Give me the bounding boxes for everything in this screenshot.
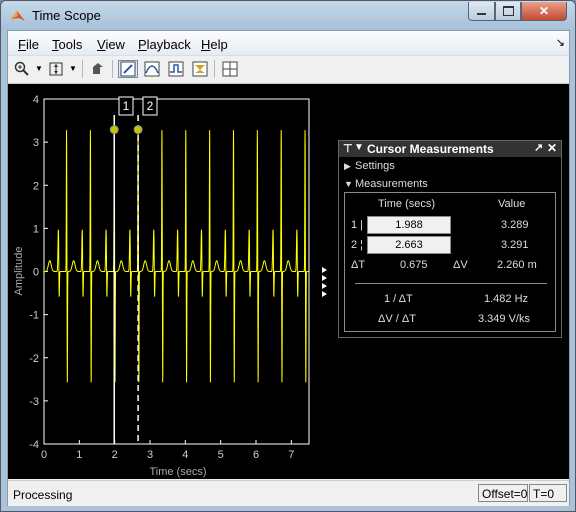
time-scope-window: Time Scope ✕ File Tools View Playback He… (0, 0, 576, 512)
delta-t-label: ΔT (351, 259, 366, 271)
dock-arrow-icon[interactable]: ↘ (556, 36, 565, 49)
panel-collapse-icon[interactable]: ▼ (354, 142, 364, 153)
cursor-2-time-field[interactable]: 2.663 (367, 236, 451, 254)
pin-icon[interactable]: ⊤ (343, 142, 353, 155)
row-2-label: 2 ¦ (351, 239, 364, 251)
x-tick-label: 6 (253, 449, 259, 461)
menu-tools[interactable]: Tools (52, 37, 82, 52)
settings-section[interactable]: Settings (355, 160, 395, 172)
y-tick-label: -4 (29, 439, 39, 451)
row-1-value: 3.289 (501, 219, 529, 231)
menu-playback[interactable]: Playback (138, 37, 191, 52)
measurements-section[interactable]: Measurements (355, 178, 428, 190)
y-tick-label: 4 (33, 94, 39, 106)
inverse-delta-t-label: 1 / ΔT (384, 293, 413, 305)
y-tick-label: 0 (33, 267, 39, 279)
cursor-2-marker[interactable] (133, 125, 143, 135)
scale-axes-icon[interactable] (46, 60, 66, 78)
legend-toggle-arrows[interactable] (322, 267, 327, 297)
x-tick-label: 4 (182, 449, 188, 461)
x-axis-label: Time (secs) (149, 466, 206, 478)
col-time-header: Time (secs) (378, 198, 436, 210)
menu-view[interactable]: View (97, 37, 125, 52)
slope-label: ΔV / ΔT (378, 313, 416, 325)
y-tick-label: 1 (33, 223, 39, 235)
layout-icon[interactable] (220, 60, 240, 78)
menu-bar: File Tools View Playback Help ↘ (8, 31, 569, 56)
peak-finder-icon[interactable] (190, 60, 210, 78)
minimize-button[interactable] (468, 2, 495, 21)
title-bar[interactable]: Time Scope ✕ (1, 1, 575, 30)
zoom-dropdown-icon[interactable]: ▼ (35, 64, 43, 73)
scope-plot-area[interactable]: 4 3 2 1 0 -1 -2 -3 -4 0 1 2 3 4 5 6 7 1 2 Amplitude Tim… (8, 84, 569, 479)
y-tick-label: 3 (33, 137, 39, 149)
x-tick-label: 7 (288, 449, 294, 461)
cursor-measurements-icon[interactable] (118, 60, 138, 78)
x-tick-label: 1 (76, 449, 82, 461)
col-value-header: Value (498, 198, 526, 210)
maximize-button[interactable] (495, 2, 521, 21)
slope-value: 3.349 V/ks (478, 313, 530, 325)
close-button[interactable]: ✕ (521, 2, 567, 21)
panel-title-bar[interactable]: ⊤ ▼ Cursor Measurements ↗ ✕ (339, 141, 561, 157)
status-text: Processing (13, 488, 73, 502)
bilevel-measurements-icon[interactable] (166, 60, 186, 78)
row-1-label: 1 | (351, 219, 364, 231)
x-tick-label: 3 (147, 449, 153, 461)
y-tick-label: -1 (29, 310, 39, 322)
menu-file[interactable]: File (18, 37, 39, 52)
divider (355, 283, 547, 284)
x-tick-label: 5 (218, 449, 224, 461)
cursor-measurements-panel: ⊤ ▼ Cursor Measurements ↗ ✕ ▶ Settings ▼… (338, 140, 562, 338)
undock-icon[interactable]: ↗ (534, 141, 543, 154)
minimize-icon (477, 13, 486, 15)
x-tick-label: 0 (41, 449, 47, 461)
time-readout: T=0 (529, 484, 567, 502)
window-title: Time Scope (32, 8, 101, 23)
y-axis-label: Amplitude (13, 247, 25, 296)
cursor-1-marker[interactable] (109, 125, 119, 135)
toolbar-separator (112, 60, 113, 78)
delta-v-value: 2.260 m (497, 259, 537, 271)
highlight-simulink-icon[interactable] (88, 60, 108, 78)
toolbar: ▼ ▼ (8, 56, 569, 84)
cursor-1-time-field[interactable]: 1.988 (367, 216, 451, 234)
cursor-2-label: 2 (147, 99, 154, 113)
status-bar: Processing Offset=0 T=0 (8, 480, 569, 506)
delta-t-value: 0.675 (400, 259, 428, 271)
delta-v-label: ΔV (453, 259, 468, 271)
offset-readout: Offset=0 (478, 484, 528, 502)
menu-help[interactable]: Help (201, 37, 228, 52)
matlab-app-icon (11, 11, 25, 21)
row-2-value: 3.291 (501, 239, 529, 251)
measurements-expand-icon[interactable]: ▼ (344, 179, 353, 189)
maximize-icon (502, 6, 514, 16)
scale-dropdown-icon[interactable]: ▼ (69, 64, 77, 73)
toolbar-separator (82, 60, 83, 78)
toolbar-separator (214, 60, 215, 78)
panel-close-icon[interactable]: ✕ (547, 141, 557, 155)
y-tick-label: 2 (33, 180, 39, 192)
signal-statistics-icon[interactable] (142, 60, 162, 78)
settings-expand-icon[interactable]: ▶ (344, 161, 351, 172)
measurements-table: Time (secs) Value 1 | 1.988 3.289 2 ¦ 2.… (344, 192, 556, 332)
cursor-1-label: 1 (123, 99, 130, 113)
panel-title: Cursor Measurements (367, 142, 494, 156)
y-tick-label: -2 (29, 353, 39, 365)
close-icon: ✕ (538, 4, 550, 18)
zoom-in-icon[interactable] (12, 60, 32, 78)
y-tick-label: -3 (29, 396, 39, 408)
inverse-delta-t-value: 1.482 Hz (484, 293, 529, 305)
x-tick-label: 2 (112, 449, 118, 461)
client-area: File Tools View Playback Help ↘ ▼ ▼ 4 3 … (7, 30, 570, 506)
